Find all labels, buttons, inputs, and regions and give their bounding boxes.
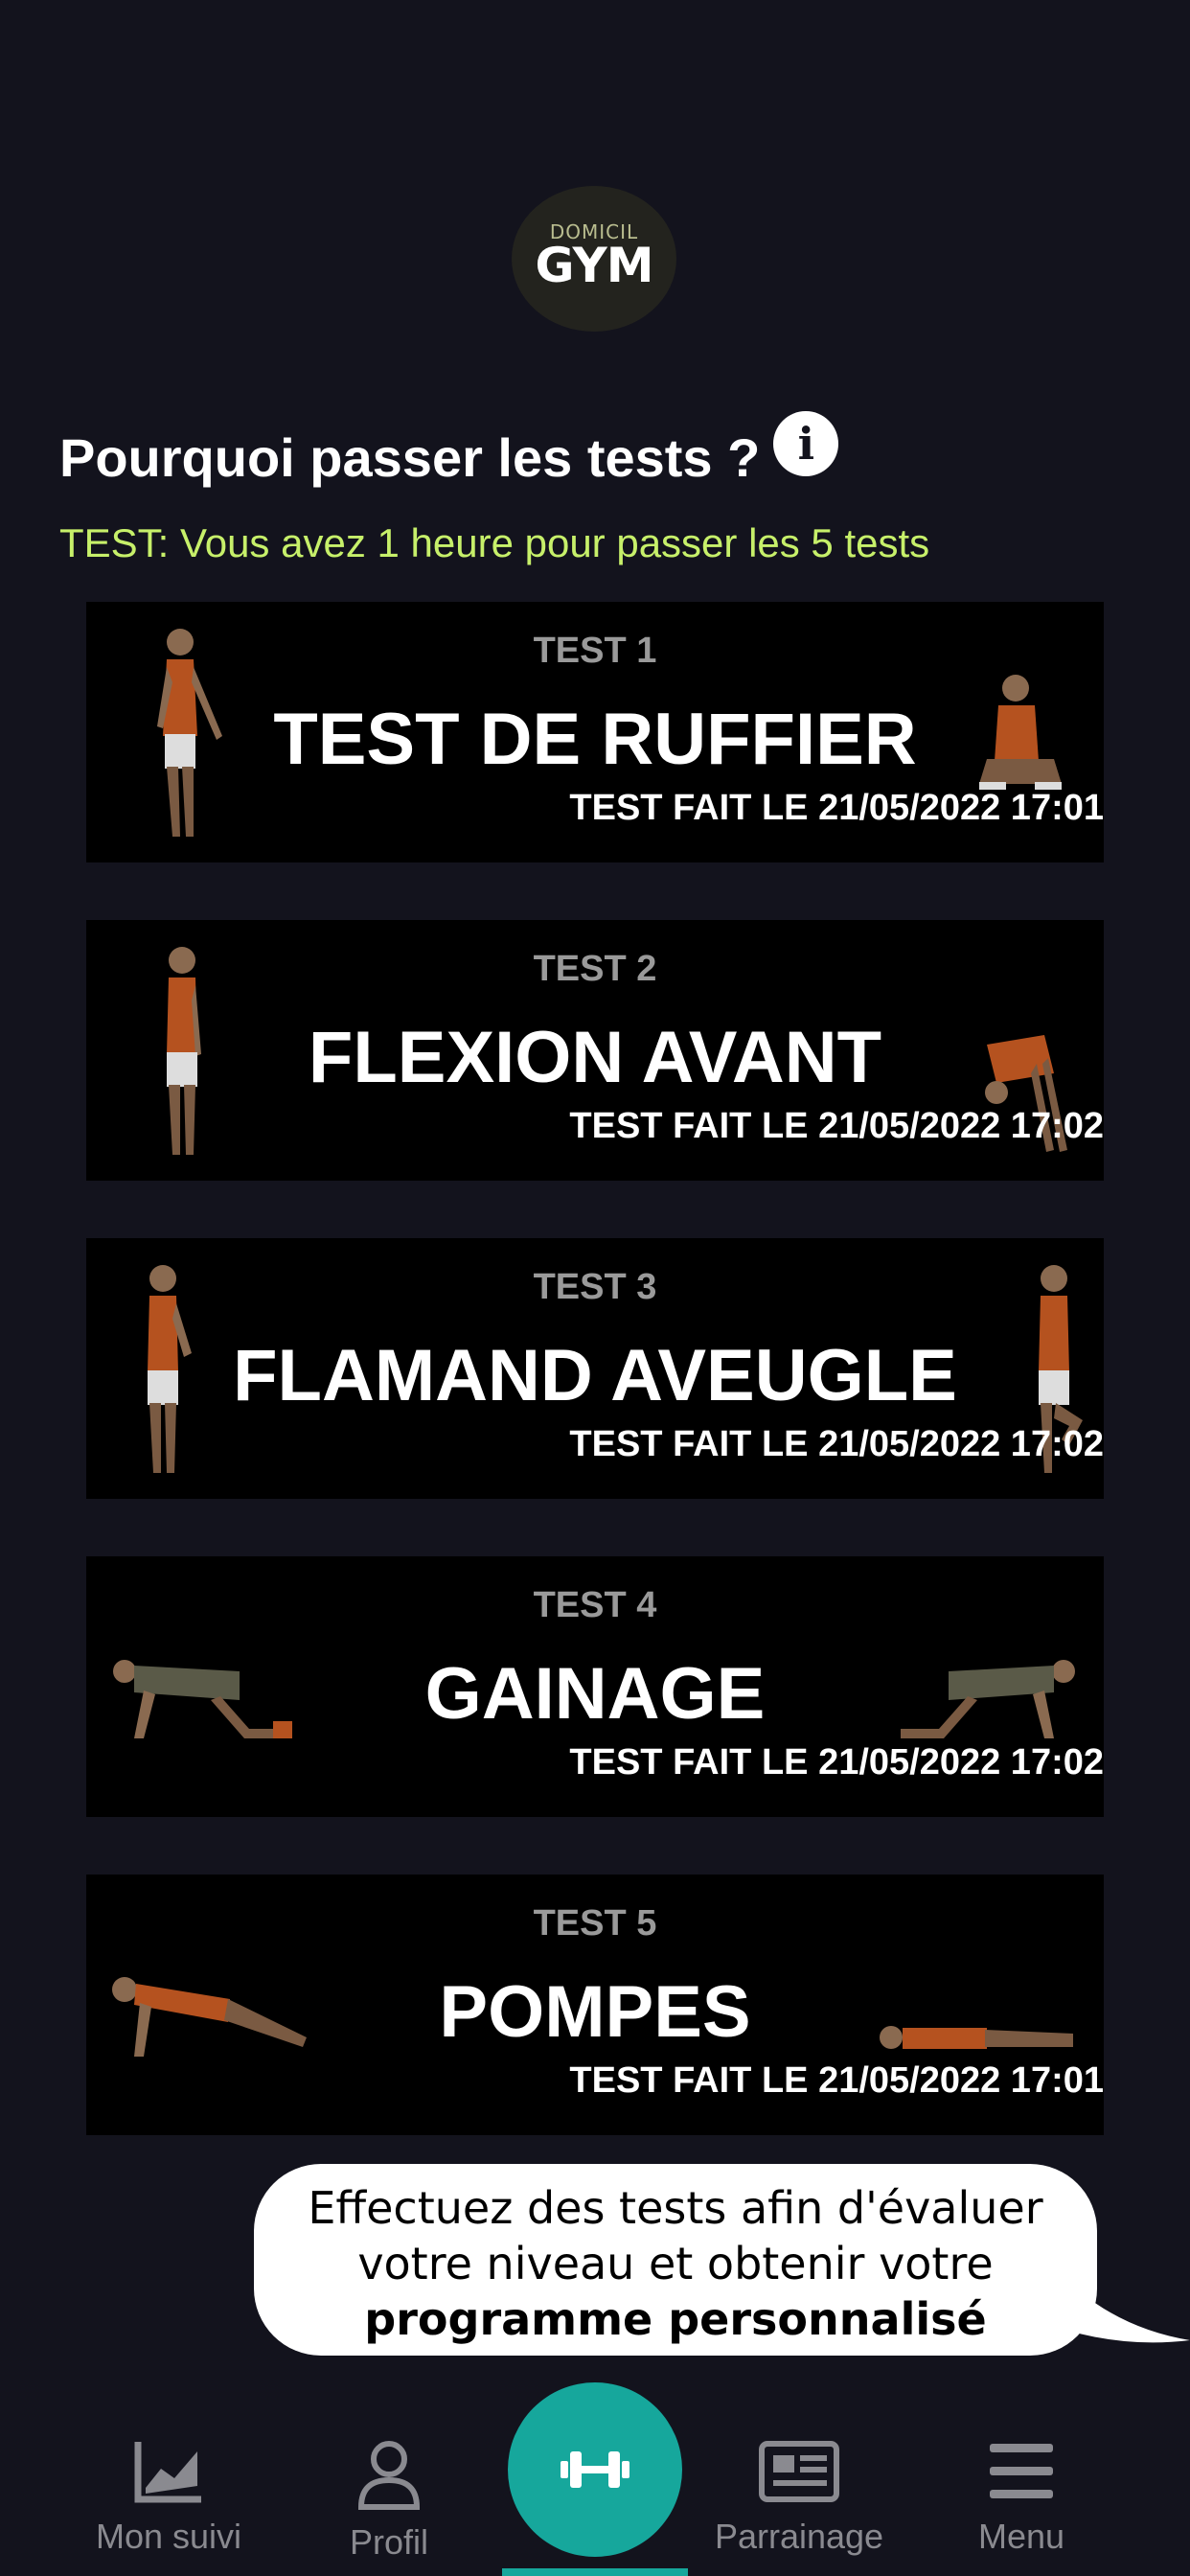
workout-button[interactable]	[508, 2382, 682, 2557]
info-icon[interactable]: i	[773, 410, 839, 476]
nav-menu[interactable]: Menu	[916, 2438, 1127, 2557]
test-title: GAINAGE	[424, 1653, 766, 1735]
test-number: TEST 1	[533, 631, 657, 671]
nav-mon-suivi[interactable]: Mon suivi	[63, 2438, 274, 2557]
bubble-line-3: programme personnalisé	[364, 2293, 987, 2345]
nav-label: Menu	[977, 2517, 1065, 2556]
logo-big-text: GYM	[535, 238, 654, 293]
test-card-5[interactable]: TEST 5 POMPES TEST FAIT LE 21/05/2022 17…	[86, 1874, 1104, 2135]
bubble-line-1: Effectuez des tests afin d'évaluer	[308, 2182, 1043, 2234]
test-number: TEST 4	[533, 1585, 657, 1625]
nav-parrainage[interactable]: Parrainage	[694, 2438, 904, 2557]
test-date: TEST FAIT LE 21/05/2022 17:01	[569, 788, 1104, 828]
test-number: TEST 5	[533, 1903, 657, 1944]
test-date: TEST FAIT LE 21/05/2022 17:02	[569, 1742, 1104, 1782]
test-card-3[interactable]: TEST 3 FLAMAND AVEUGLE TEST FAIT LE 21/0…	[86, 1238, 1104, 1499]
hamburger-menu-icon	[990, 2444, 1053, 2498]
test-card-1[interactable]: TEST 1 TEST DE RUFFIER TEST FAIT LE 21/0…	[86, 602, 1104, 862]
test-title: TEST DE RUFFIER	[273, 699, 917, 780]
tooltip-bubble: Effectuez des tests afin d'évaluer votre…	[254, 2164, 1097, 2356]
test-card-2[interactable]: TEST 2 FLEXION AVANT TEST FAIT LE 21/05/…	[86, 920, 1104, 1181]
nav-label: Parrainage	[714, 2517, 884, 2556]
test-date: TEST FAIT LE 21/05/2022 17:02	[569, 1106, 1104, 1146]
bubble-line-2: votre niveau et obtenir votre	[357, 2238, 994, 2289]
test-title: FLEXION AVANT	[308, 1017, 882, 1098]
test-title: POMPES	[439, 1971, 751, 2053]
nav-label: Profil	[349, 2522, 429, 2562]
nav-profil[interactable]: Profil	[284, 2438, 494, 2563]
page-title-text: Pourquoi passer les tests ?	[59, 427, 761, 488]
domicil-gym-logo: DOMICIL GYM	[512, 186, 676, 332]
test-number: TEST 2	[533, 949, 657, 989]
chart-icon	[134, 2442, 201, 2503]
user-icon	[357, 2441, 421, 2510]
test-date: TEST FAIT LE 21/05/2022 17:01	[569, 2060, 1104, 2101]
dumbbell-icon	[561, 2451, 629, 2488]
test-date: TEST FAIT LE 21/05/2022 17:02	[569, 1424, 1104, 1464]
timer-note: TEST: Vous avez 1 heure pour passer les …	[59, 520, 930, 565]
test-card-4[interactable]: TEST 4 GAINAGE TEST FAIT LE 21/05/2022 1…	[86, 1556, 1104, 1817]
nav-label: Mon suivi	[95, 2517, 242, 2556]
test-number: TEST 3	[533, 1267, 657, 1307]
active-tab-indicator	[502, 2568, 688, 2576]
newspaper-icon	[759, 2441, 839, 2502]
test-title: FLAMAND AVEUGLE	[233, 1335, 957, 1416]
page-title: Pourquoi passer les tests ? i	[59, 410, 839, 489]
